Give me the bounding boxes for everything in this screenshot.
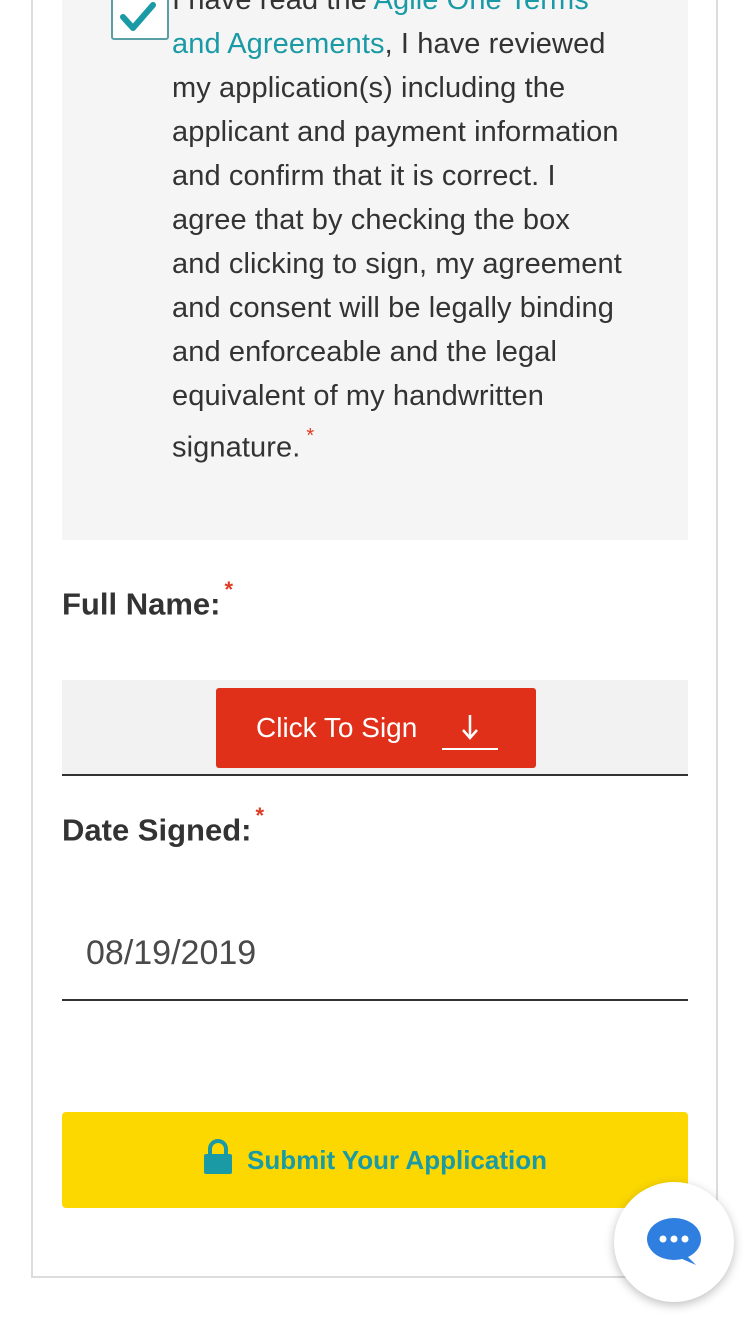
date-signed-field[interactable]: 08/19/2019: [62, 900, 688, 1001]
agreement-text: I have read the Agile One Terms and Agre…: [172, 0, 622, 470]
submit-application-label: Submit Your Application: [247, 1144, 547, 1175]
agreement-text-body: , I have reviewed my application(s) incl…: [172, 28, 622, 464]
submit-application-button[interactable]: Submit Your Application: [62, 1112, 688, 1208]
date-signed-label: Date Signed: *: [62, 803, 264, 848]
required-marker: *: [255, 803, 265, 828]
agreement-checkbox[interactable]: [111, 0, 169, 40]
chat-button[interactable]: [614, 1182, 734, 1302]
lock-icon: [204, 1139, 233, 1174]
date-signed-value: 08/19/2019: [86, 934, 257, 972]
chat-bubble-icon: [647, 1218, 701, 1265]
click-to-sign-label: Click To Sign: [256, 712, 418, 743]
required-marker: *: [224, 577, 234, 602]
checkmark-icon: [120, 2, 156, 31]
click-to-sign-button[interactable]: Click To Sign: [216, 688, 536, 768]
arrow-down-icon: [442, 702, 498, 750]
full-name-label: Full Name: *: [62, 577, 233, 622]
full-name-label-text: Full Name:: [62, 586, 221, 622]
date-signed-label-text: Date Signed:: [62, 812, 252, 848]
agreement-text-prefix: I have read the: [172, 0, 374, 16]
required-marker: *: [306, 425, 315, 447]
